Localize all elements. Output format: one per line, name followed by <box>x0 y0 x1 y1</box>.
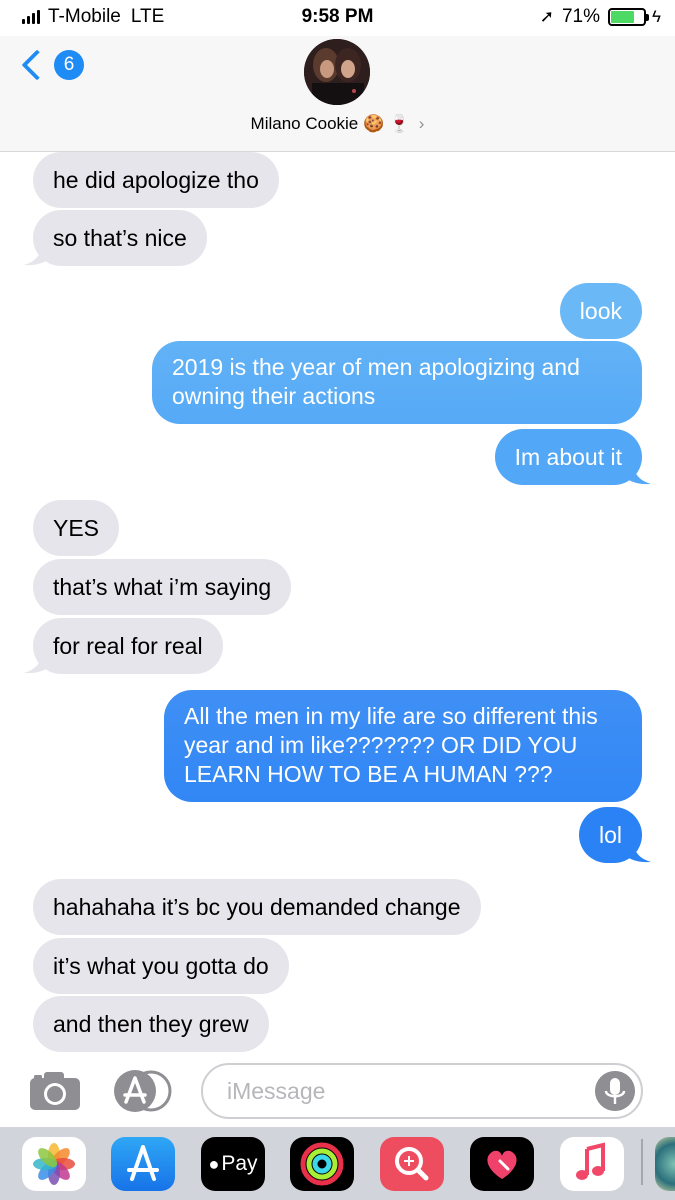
charging-bolt-icon: ϟ <box>652 7 661 26</box>
incoming-bubble-tail <box>24 650 54 674</box>
incoming-message[interactable]: it’s what you gotta do <box>33 938 289 994</box>
contact-name-button[interactable]: Milano Cookie 🍪 🍷 › <box>0 114 675 134</box>
incoming-message[interactable]: YES <box>33 500 120 556</box>
message-thread[interactable]: he did apologize tho so that’s nice look… <box>0 152 675 1057</box>
battery-percent: 71% <box>561 6 600 27</box>
outgoing-message[interactable]: 2019 is the year of men apologizing and … <box>152 341 642 424</box>
camera-icon[interactable] <box>28 1070 82 1112</box>
status-bar: T-Mobile LTE 9:58 PM ➚ 71% ϟ <box>0 0 675 36</box>
incoming-message[interactable]: he did apologize tho <box>33 152 279 208</box>
battery-icon <box>608 8 649 26</box>
apple-pay-icon[interactable]: ● Pay <box>201 1137 265 1191</box>
unread-count-badge: 6 <box>54 50 84 80</box>
activity-icon[interactable] <box>290 1137 354 1191</box>
conversation-header: 6 Milano Cookie 🍪 🍷 › <box>0 36 675 152</box>
incoming-bubble-tail <box>24 242 54 266</box>
message-input-placeholder: iMessage <box>227 1078 326 1104</box>
outgoing-bubble-tail <box>621 839 651 863</box>
incoming-message[interactable]: that’s what i’m saying <box>33 559 292 615</box>
outgoing-bubble-tail <box>621 461 651 485</box>
incoming-message[interactable]: for real for real <box>33 618 223 674</box>
location-arrow-icon: ➚ <box>539 7 554 26</box>
outgoing-message[interactable]: look <box>559 283 642 339</box>
app-drawer: ● Pay <box>0 1127 675 1200</box>
outgoing-message[interactable]: All the men in my life are so different … <box>164 690 642 802</box>
compose-bar: iMessage <box>0 1057 675 1127</box>
status-right: ➚ 71% ϟ <box>540 6 661 28</box>
more-apps-icon[interactable] <box>655 1137 675 1191</box>
music-icon[interactable] <box>560 1137 624 1191</box>
chevron-right-icon: › <box>418 114 425 133</box>
photos-icon[interactable] <box>22 1137 86 1191</box>
incoming-message[interactable]: and then they grew <box>33 996 269 1052</box>
drawer-divider <box>641 1139 643 1185</box>
chevron-left-icon <box>21 49 53 81</box>
back-button[interactable]: 6 <box>16 49 84 81</box>
app-store-icon[interactable] <box>111 1137 175 1191</box>
app-store-button-icon[interactable] <box>113 1069 175 1113</box>
contact-name: Milano Cookie 🍪 🍷 <box>250 114 411 133</box>
message-input[interactable]: iMessage <box>201 1063 643 1119</box>
digital-touch-icon[interactable] <box>470 1137 534 1191</box>
avatar[interactable] <box>304 39 370 105</box>
incoming-message[interactable]: hahahaha it’s bc you demanded change <box>33 879 481 935</box>
microphone-icon[interactable] <box>595 1071 635 1111</box>
incoming-message[interactable]: so that’s nice <box>33 210 207 266</box>
apple-pay-label: Pay <box>221 1152 258 1175</box>
search-images-icon[interactable] <box>380 1137 444 1191</box>
